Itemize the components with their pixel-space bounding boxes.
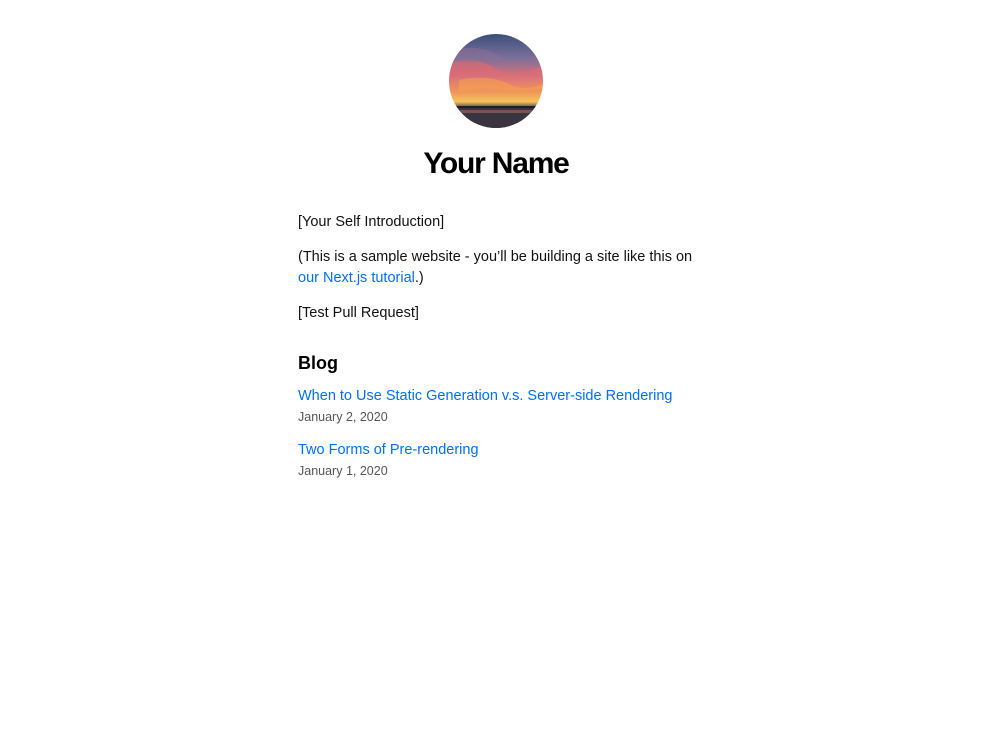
test-pull-request-text: [Test Pull Request] [298,305,419,321]
blog-post-link[interactable]: When to Use Static Generation v.s. Serve… [298,386,673,406]
nextjs-tutorial-link[interactable]: our Next.js tutorial [298,270,415,286]
blog-post-link[interactable]: Two Forms of Pre-rendering [298,440,479,460]
blog-list: When to Use Static Generation v.s. Serve… [298,386,694,480]
profile-header: Your Name [298,34,694,186]
blog-section: Blog When to Use Static Generation v.s. … [298,350,694,480]
page: Your Name [Your Self Introduction] (This… [0,0,992,744]
blog-list-item: Two Forms of Pre-rendering January 1, 20… [298,440,694,480]
self-intro-text: [Your Self Introduction] [298,214,445,230]
main-container: Your Name [Your Self Introduction] (This… [298,34,694,494]
sunset-photo-icon [449,34,543,128]
page-title: Your Name [423,147,570,180]
intro-section: [Your Self Introduction] (This is a samp… [298,212,694,324]
sample-note-prefix: (This is a sample website - you’ll be bu… [298,249,693,265]
sample-website-note: (This is a sample website - you’ll be bu… [298,247,694,289]
profile-avatar [449,34,543,128]
blog-list-item: When to Use Static Generation v.s. Serve… [298,386,694,426]
blog-post-date: January 1, 2020 [298,464,388,478]
blog-heading: Blog [298,353,338,373]
blog-post-date: January 2, 2020 [298,410,388,424]
sample-note-suffix: .) [414,270,424,286]
